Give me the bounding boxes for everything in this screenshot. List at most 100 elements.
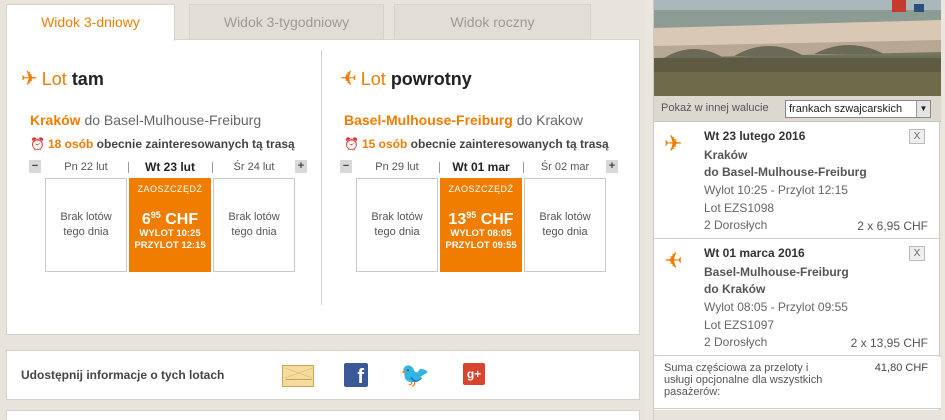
price-int: 13 <box>448 211 467 228</box>
share-bar: Udostępnij informacje o tych lotach f 🐦 … <box>6 350 640 400</box>
remove-flight-button[interactable]: X <box>909 246 925 261</box>
destination-photo <box>654 0 941 96</box>
no-flights-card: Brak lotów tego dnia <box>213 178 295 272</box>
price-currency: CHF <box>480 211 514 228</box>
alarm-clock-icon: ⏰ <box>344 137 359 151</box>
view-tabs: Widok 3-dniowy Widok 3-tygodniowy Widok … <box>6 4 640 41</box>
price: 1395 CHF <box>448 208 514 228</box>
flight-number: Lot EZS1098 <box>704 201 775 215</box>
flight-from: Kraków <box>704 148 748 162</box>
return-interest: ⏰ 15 osób obecnie zainteresowanych tą tra… <box>344 137 609 151</box>
price-int: 6 <box>141 211 151 228</box>
search-results-panel: Widok 3-dniowy Widok 3-tygodniowy Widok … <box>0 0 645 420</box>
selected-flight-outbound: ✈ Wt 23 lutego 2016 X Kraków do Basel-Mu… <box>654 123 941 239</box>
share-label: Udostępnij informacje o tych lotach <box>21 368 225 382</box>
title-word: tam <box>71 69 104 89</box>
twitter-icon[interactable]: 🐦 <box>400 363 430 389</box>
plane-icon: ✈ <box>21 68 38 90</box>
plane-icon: ✈ <box>664 248 683 273</box>
outbound-interest: ⏰ 18 osób obecnie zainteresowanych tą tra… <box>30 137 295 151</box>
interest-text: obecnie zainteresowanych tą trasą <box>410 137 609 151</box>
return-day-strip: − Pn 29 lut Wt 01 mar Śr 02 mar + <box>340 159 620 175</box>
arrival-time: PRZYLOT 09:55 <box>445 240 517 251</box>
departure-time: WYLOT 10:25 <box>139 228 201 239</box>
title-word: powrotny <box>390 69 472 89</box>
outbound-day-cards: Brak lotów tego dnia ZAOSZCZĘDŹ 695 CHF … <box>45 178 295 273</box>
booking-summary: Pokaż w innej walucie frankach szwajcars… <box>653 0 941 420</box>
no-flights-card: Brak lotów tego dnia <box>356 178 438 272</box>
next-day-button[interactable]: + <box>295 160 307 173</box>
bottom-panel-edge <box>6 410 640 420</box>
facebook-icon[interactable]: f <box>344 363 368 388</box>
return-route: Basel-Mulhouse-Freiburg do Krakow <box>344 112 583 128</box>
google-plus-icon[interactable]: g+ <box>463 363 485 385</box>
title-prefix: Lot <box>41 69 67 89</box>
day-label[interactable]: Pn 29 lut <box>356 159 438 175</box>
flight-number: Lot EZS1097 <box>704 318 775 332</box>
prev-day-button[interactable]: − <box>340 160 352 173</box>
outbound-route: Kraków do Basel-Mulhouse-Freiburg <box>30 112 261 128</box>
flight-to: do Kraków <box>704 282 766 296</box>
route-origin: Kraków <box>30 112 81 128</box>
flight-times: Wylot 10:25 - Przylot 12:15 <box>704 183 848 197</box>
currency-label: Pokaż w innej walucie <box>661 102 769 114</box>
departure-time: WYLOT 08:05 <box>450 228 512 239</box>
passenger-count: 2 Dorosłych <box>704 218 768 232</box>
subtotal: Suma częściowa za przeloty i usługi opcj… <box>654 357 941 409</box>
route-destination: do Basel-Mulhouse-Freiburg <box>84 112 262 128</box>
subtotal-value: 41,80 CHF <box>874 362 928 374</box>
best-price-card[interactable]: ZAOSZCZĘDŹ 1395 CHF WYLOT 08:05 PRZYLOT … <box>440 178 522 272</box>
title-prefix: Lot <box>360 69 386 89</box>
flight-times: Wylot 08:05 - Przylot 09:55 <box>704 300 848 314</box>
day-label-selected[interactable]: Wt 01 mar <box>440 159 522 175</box>
flight-price: 2 x 6,95 CHF <box>857 219 928 233</box>
price-dec: 95 <box>466 210 477 220</box>
outbound-title: ✈ Lot tam <box>21 66 104 91</box>
tab-3-day[interactable]: Widok 3-dniowy <box>6 4 175 41</box>
currency-bar: Pokaż w innej walucie frankach szwajcars… <box>654 96 941 122</box>
tab-year[interactable]: Widok roczny <box>394 4 591 40</box>
price: 695 CHF <box>141 208 199 228</box>
flight-from: Basel-Mulhouse-Freiburg <box>704 265 849 279</box>
save-label: ZAOSZCZĘDŹ <box>137 184 203 194</box>
no-flights-card: Brak lotów tego dnia <box>524 178 606 272</box>
arrival-time: PRZYLOT 12:15 <box>134 240 206 251</box>
price-dec: 95 <box>150 210 161 220</box>
selected-flight-return: ✈ Wt 01 marca 2016 X Basel-Mulhouse-Frei… <box>654 240 941 356</box>
route-origin: Basel-Mulhouse-Freiburg <box>344 112 513 128</box>
remove-flight-button[interactable]: X <box>909 129 925 144</box>
flight-to: do Basel-Mulhouse-Freiburg <box>704 165 867 179</box>
currency-select[interactable]: frankach szwajcarskich ▼ <box>785 100 931 118</box>
return-title: ✈ Lot powrotny <box>340 66 472 91</box>
day-label[interactable]: Śr 02 mar <box>524 159 606 175</box>
interest-count: 18 osób <box>47 137 94 151</box>
plane-icon: ✈ <box>340 68 357 90</box>
flight-selection: ✈ Lot tam Kraków do Basel-Mulhouse-Freibu… <box>6 39 640 335</box>
day-label[interactable]: Pn 22 lut <box>45 159 127 175</box>
interest-count: 15 osób <box>361 137 408 151</box>
next-day-button[interactable]: + <box>606 160 618 173</box>
route-destination: do Krakow <box>516 112 583 128</box>
email-icon[interactable] <box>282 365 314 387</box>
price-currency: CHF <box>165 211 199 228</box>
outbound-day-strip: − Pn 22 lut Wt 23 lut Śr 24 lut + <box>29 159 309 175</box>
sidebar-bottom-edge <box>654 410 941 420</box>
prev-day-button[interactable]: − <box>29 160 41 173</box>
direction-divider <box>321 50 322 305</box>
plane-icon: ✈ <box>664 131 683 156</box>
day-label-selected[interactable]: Wt 23 lut <box>129 159 211 175</box>
currency-value: frankach szwajcarskich <box>789 103 903 115</box>
passenger-count: 2 Dorosłych <box>704 335 768 349</box>
flight-price: 2 x 13,95 CHF <box>850 336 928 350</box>
return-day-cards: Brak lotów tego dnia ZAOSZCZĘDŹ 1395 CHF… <box>356 178 606 273</box>
bridge-image <box>654 0 941 96</box>
interest-text: obecnie zainteresowanych tą trasą <box>96 137 295 151</box>
save-label: ZAOSZCZĘDŹ <box>448 184 514 194</box>
alarm-clock-icon: ⏰ <box>30 137 45 151</box>
chevron-down-icon: ▼ <box>916 101 930 117</box>
day-label[interactable]: Śr 24 lut <box>213 159 295 175</box>
best-price-card[interactable]: ZAOSZCZĘDŹ 695 CHF WYLOT 10:25 PRZYLOT 1… <box>129 178 211 272</box>
tab-3-week[interactable]: Widok 3-tygodniowy <box>189 4 384 40</box>
flight-date: Wt 01 marca 2016 <box>704 246 805 260</box>
flight-date: Wt 23 lutego 2016 <box>704 129 806 143</box>
